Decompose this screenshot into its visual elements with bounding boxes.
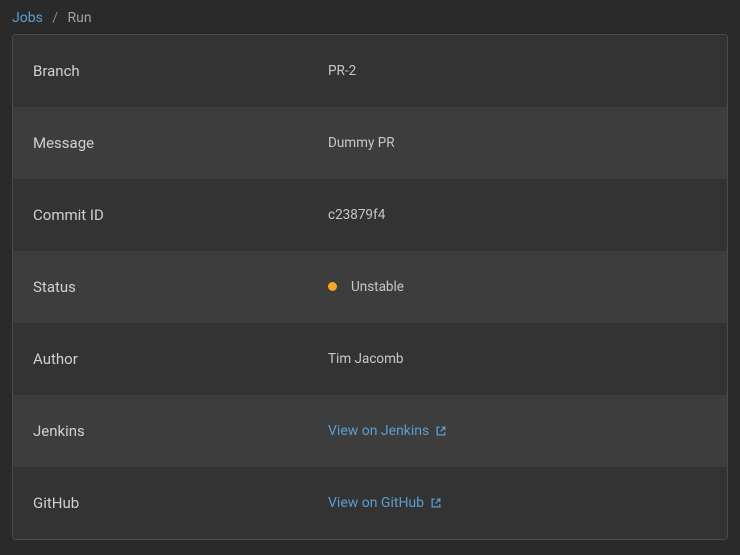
github-link[interactable]: View on GitHub — [328, 495, 442, 511]
label-author: Author — [33, 350, 328, 368]
status-dot-icon — [328, 282, 337, 291]
label-status: Status — [33, 278, 328, 296]
value-message: Dummy PR — [328, 135, 707, 151]
status-text: Unstable — [351, 279, 404, 295]
row-commit: Commit ID c23879f4 — [13, 179, 727, 251]
value-author: Tim Jacomb — [328, 351, 707, 367]
breadcrumb-jobs-link[interactable]: Jobs — [12, 10, 43, 26]
row-branch: Branch PR-2 — [13, 35, 727, 107]
run-details-panel: Branch PR-2 Message Dummy PR Commit ID c… — [12, 34, 728, 540]
label-github: GitHub — [33, 494, 328, 512]
external-link-icon — [435, 425, 447, 437]
value-branch: PR-2 — [328, 63, 707, 79]
row-author: Author Tim Jacomb — [13, 323, 727, 395]
breadcrumb: Jobs / Run — [0, 0, 740, 34]
label-branch: Branch — [33, 62, 328, 80]
row-jenkins: Jenkins View on Jenkins — [13, 395, 727, 467]
label-message: Message — [33, 134, 328, 152]
row-status: Status Unstable — [13, 251, 727, 323]
external-link-icon — [430, 497, 442, 509]
breadcrumb-separator: / — [52, 10, 58, 26]
breadcrumb-current: Run — [68, 10, 92, 26]
row-github: GitHub View on GitHub — [13, 467, 727, 539]
jenkins-link[interactable]: View on Jenkins — [328, 423, 447, 439]
jenkins-link-text: View on Jenkins — [328, 423, 429, 439]
value-status: Unstable — [328, 279, 707, 296]
label-jenkins: Jenkins — [33, 422, 328, 440]
value-commit: c23879f4 — [328, 207, 707, 223]
row-message: Message Dummy PR — [13, 107, 727, 179]
label-commit: Commit ID — [33, 206, 328, 224]
github-link-text: View on GitHub — [328, 495, 424, 511]
